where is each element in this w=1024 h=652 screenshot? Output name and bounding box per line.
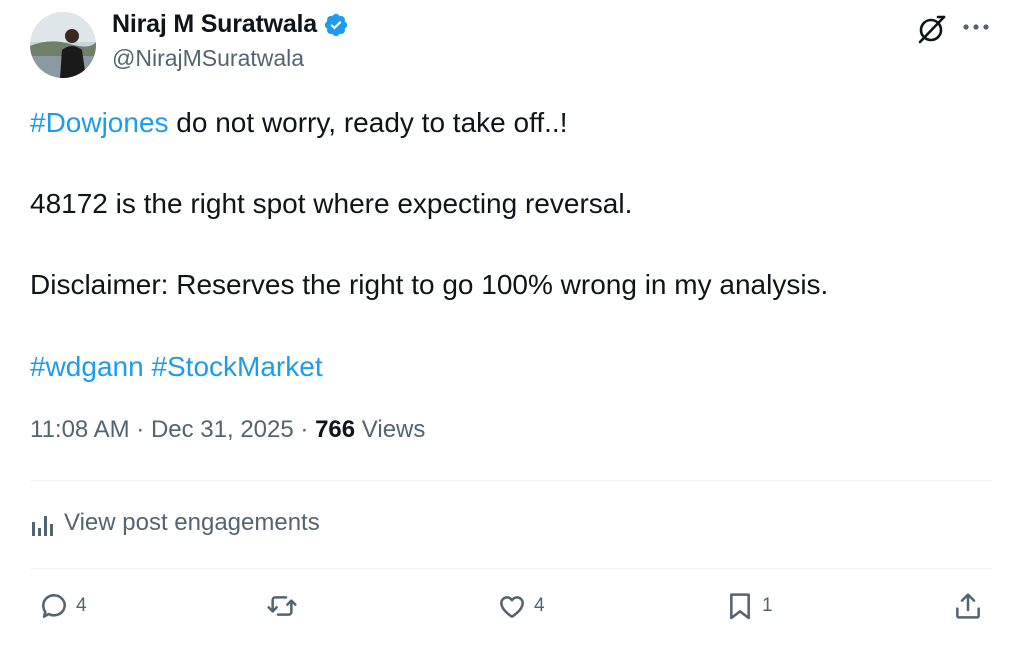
retweet-button[interactable] bbox=[266, 590, 298, 622]
reply-button[interactable]: 4 bbox=[38, 590, 87, 622]
reply-count: 4 bbox=[76, 595, 87, 616]
share-button[interactable] bbox=[952, 590, 984, 622]
view-engagements-button[interactable]: View post engagements bbox=[30, 508, 320, 538]
views-count: 766 bbox=[315, 416, 356, 443]
reply-icon bbox=[42, 594, 66, 618]
more-icon[interactable] bbox=[956, 14, 996, 40]
post-meta: 11:08 AM · Dec 31, 2025 · 766 Views bbox=[30, 416, 426, 443]
post-line-1-text: do not worry, ready to take off..! bbox=[168, 107, 568, 138]
bar-chart-icon bbox=[32, 516, 53, 536]
retweet-icon bbox=[267, 596, 297, 616]
divider-bottom bbox=[30, 568, 992, 569]
bookmark-icon bbox=[730, 593, 750, 620]
post-date[interactable]: Dec 31, 2025 bbox=[151, 416, 294, 443]
bookmark-count: 1 bbox=[762, 595, 773, 616]
verified-badge-icon bbox=[324, 13, 348, 36]
post-line-2: 48172 is the right spot where expecting … bbox=[30, 188, 633, 219]
like-button[interactable]: 4 bbox=[496, 590, 545, 622]
author-handle[interactable]: @NirajMSuratwala bbox=[112, 45, 304, 72]
post-time[interactable]: 11:08 AM bbox=[30, 416, 130, 443]
bookmark-button[interactable]: 1 bbox=[724, 590, 773, 622]
divider-top bbox=[30, 480, 992, 481]
hashtag-wdgann[interactable]: #wdgann bbox=[30, 351, 144, 382]
post-line-3: Disclaimer: Reserves the right to go 100… bbox=[30, 269, 829, 300]
hashtag-dowjones[interactable]: #Dowjones bbox=[30, 107, 169, 138]
post-card: Niraj M Suratwala @NirajMSuratwala #Dowj… bbox=[0, 0, 1024, 652]
like-count: 4 bbox=[534, 595, 545, 616]
author-display-name[interactable]: Niraj M Suratwala bbox=[112, 10, 317, 39]
avatar[interactable] bbox=[30, 12, 96, 78]
grok-icon[interactable] bbox=[914, 12, 948, 46]
like-icon bbox=[500, 596, 524, 618]
hashtag-stockmarket[interactable]: #StockMarket bbox=[151, 351, 322, 382]
author-name-row: Niraj M Suratwala bbox=[112, 10, 349, 39]
post-line-1: #Dowjones do not worry, ready to take of… bbox=[30, 106, 567, 140]
view-engagements-label: View post engagements bbox=[64, 509, 320, 536]
share-icon bbox=[956, 593, 980, 619]
post-hashtags: #wdgann #StockMarket bbox=[30, 350, 323, 384]
views-label: Views bbox=[361, 416, 426, 443]
